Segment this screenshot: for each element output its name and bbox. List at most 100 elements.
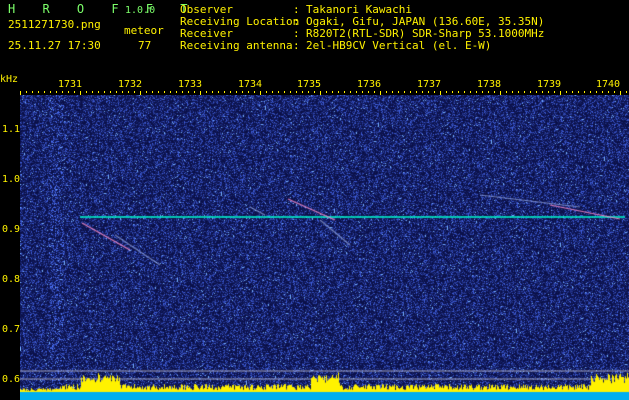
- time-tick-label: 1738: [477, 79, 502, 90]
- time-tick: [44, 91, 45, 93]
- freq-tick-label: 0.7: [2, 324, 21, 335]
- freq-tick-label: 1.0: [2, 174, 21, 185]
- time-tick: [488, 91, 489, 93]
- meteor-count: 77: [138, 39, 152, 52]
- time-tick: [398, 91, 399, 93]
- time-tick: [218, 91, 219, 93]
- time-tick: [476, 91, 477, 93]
- time-tick: [584, 91, 585, 93]
- time-tick: [554, 91, 555, 93]
- time-tick: [482, 91, 483, 93]
- time-tick: [596, 91, 597, 93]
- time-tick: [272, 91, 273, 93]
- file-name: 2511271730.png: [8, 18, 101, 31]
- time-tick: [512, 91, 513, 93]
- time-tick: [224, 91, 225, 93]
- time-tick: [422, 91, 423, 93]
- time-tick: [578, 91, 579, 93]
- time-tick: [38, 91, 39, 93]
- time-tick: [434, 91, 435, 93]
- time-tick-label: 1731: [58, 79, 83, 90]
- time-tick: [362, 91, 363, 93]
- metadata-labels: Observer Receiving Location Receiver Rec…: [180, 4, 299, 52]
- time-tick-label: 1740: [596, 79, 621, 90]
- time-tick: [548, 91, 549, 93]
- time-tick: [68, 91, 69, 93]
- time-tick-label: 1735: [297, 79, 322, 90]
- time-tick: [254, 91, 255, 93]
- time-tick-label: 1739: [537, 79, 562, 90]
- date-time: 25.11.27 17:30: [8, 39, 101, 52]
- time-tick: [608, 91, 609, 93]
- time-tick: [86, 91, 87, 93]
- time-tick: [452, 91, 453, 93]
- time-tick: [464, 91, 465, 93]
- time-tick: [194, 91, 195, 93]
- time-tick: [212, 91, 213, 93]
- time-tick: [314, 91, 315, 93]
- time-tick: [350, 91, 351, 93]
- time-tick: [290, 91, 291, 93]
- time-tick: [326, 91, 327, 93]
- time-tick: [344, 91, 345, 93]
- time-tick: [128, 91, 129, 93]
- freq-tick-label: 0.9: [2, 224, 21, 235]
- time-tick-label: 1734: [238, 79, 263, 90]
- time-tick: [152, 91, 153, 93]
- time-tick: [494, 91, 495, 93]
- time-tick: [332, 91, 333, 93]
- time-tick: [146, 91, 147, 93]
- time-tick: [182, 91, 183, 93]
- time-tick: [242, 91, 243, 93]
- time-tick: [392, 91, 393, 93]
- time-tick: [284, 91, 285, 93]
- time-tick: [536, 91, 537, 93]
- time-tick: [626, 91, 627, 93]
- time-tick: [134, 91, 135, 93]
- time-tick: [176, 91, 177, 93]
- time-tick: [62, 91, 63, 93]
- time-tick: [356, 91, 357, 93]
- time-tick: [296, 91, 297, 93]
- time-tick: [458, 91, 459, 93]
- time-tick: [602, 91, 603, 93]
- time-tick: [590, 91, 591, 93]
- time-tick: [506, 91, 507, 93]
- time-tick: [158, 91, 159, 93]
- freq-tick-label: 1.1: [2, 124, 21, 135]
- time-tick: [122, 91, 123, 93]
- time-tick: [518, 91, 519, 93]
- time-tick: [428, 91, 429, 93]
- hroffT-window: H R O F F T 1.0.0 2511271730.png meteor …: [0, 0, 629, 400]
- time-tick: [92, 91, 93, 93]
- time-tick-label: 1732: [118, 79, 143, 90]
- time-tick: [236, 91, 237, 93]
- time-tick: [374, 91, 375, 93]
- time-tick: [74, 91, 75, 93]
- time-tick: [410, 91, 411, 93]
- time-tick: [386, 91, 387, 93]
- time-tick: [416, 91, 417, 93]
- time-tick: [32, 91, 33, 93]
- time-tick: [278, 91, 279, 93]
- time-tick: [110, 91, 111, 93]
- time-tick: [470, 91, 471, 93]
- time-tick: [206, 91, 207, 93]
- time-tick: [338, 91, 339, 93]
- time-tick: [230, 91, 231, 93]
- time-tick: [170, 91, 171, 93]
- time-tick: [248, 91, 249, 93]
- time-tick: [530, 91, 531, 93]
- freq-tick-label: 0.6: [2, 374, 21, 385]
- metadata-colons: ::::: [293, 3, 300, 52]
- time-tick: [542, 91, 543, 93]
- time-tick: [116, 91, 117, 93]
- antenna-label: Receiving antenna: [180, 39, 293, 52]
- time-tick: [188, 91, 189, 93]
- time-tick: [266, 91, 267, 93]
- time-tick: [50, 91, 51, 93]
- freq-tick-label: 0.8: [2, 274, 21, 285]
- time-tick: [98, 91, 99, 93]
- time-tick: [302, 91, 303, 93]
- time-tick: [164, 91, 165, 93]
